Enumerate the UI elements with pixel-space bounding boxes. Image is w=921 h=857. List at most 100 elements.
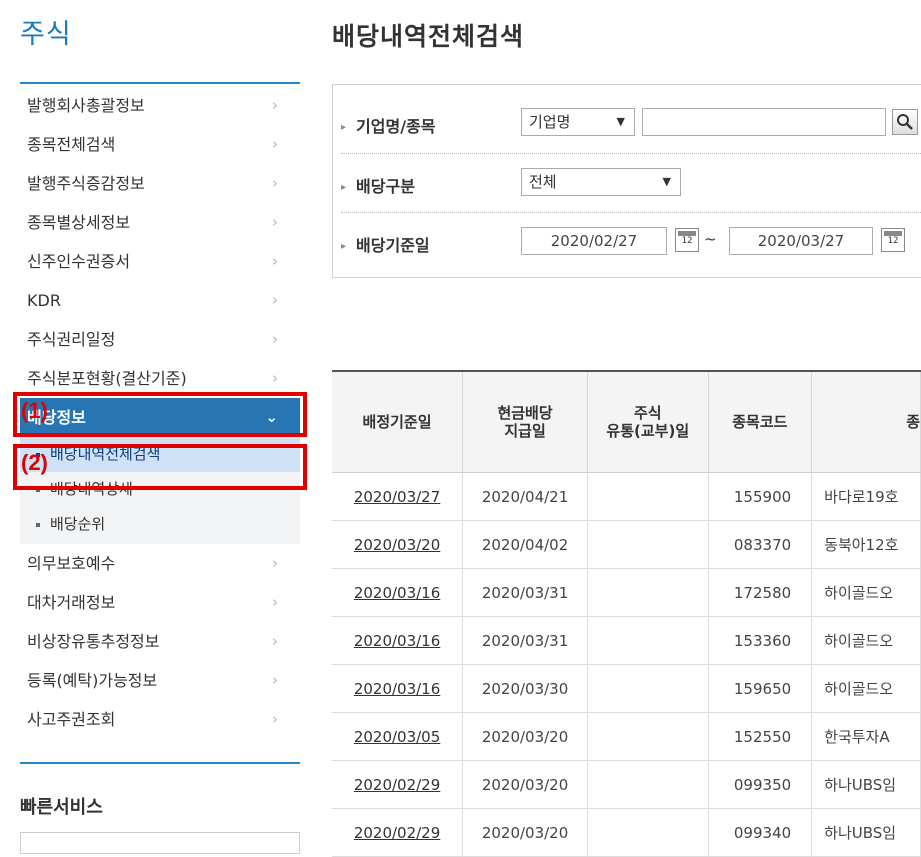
cell-cash-pay-date: 2020/03/20 (462, 712, 589, 761)
sidebar-item-label: KDR (27, 291, 61, 310)
sidebar-item-label: 주식분포현황(결산기준) (27, 369, 187, 388)
chevron-right-icon: › (272, 710, 278, 728)
chevron-right-icon: › (272, 330, 278, 348)
sidebar-item-label: 신주인수권증서 (27, 252, 131, 271)
sidebar-item-registrable[interactable]: 등록(예탁)가능정보 › (20, 661, 300, 700)
cell-stock-code: 152550 (708, 712, 813, 761)
cell-cash-pay-date: 2020/03/30 (462, 664, 589, 713)
cell-record-date[interactable]: 2020/03/27 (332, 472, 464, 521)
column-header-record-date[interactable]: 배정기준일 (332, 371, 464, 473)
triangle-bullet-icon: ▸ (341, 241, 347, 252)
search-divider (341, 153, 921, 154)
search-panel: ▸ 기업명/종목 기업명 ▼ ▸ 배당구분 전체 ▼ ▸ 배당기준일 2020/02/27… (332, 84, 921, 278)
cell-stock-name: 바다로19호 (811, 472, 921, 521)
column-header-cash-pay-date[interactable]: 현금배당 지급일 (462, 371, 589, 473)
dividend-type-select[interactable]: 전체 ▼ (521, 168, 681, 196)
company-label: ▸ 기업명/종목 (341, 117, 436, 136)
cell-record-date[interactable]: 2020/03/16 (332, 664, 464, 713)
triangle-bullet-icon: ▸ (341, 122, 347, 133)
sidebar-item-lending[interactable]: 대차거래정보 › (20, 583, 300, 622)
sidebar-item-stock-detail[interactable]: 종목별상세정보 › (20, 203, 300, 242)
page-title: 배당내역전체검색 (332, 22, 525, 51)
cell-stock-name: 동북아12호 (811, 520, 921, 569)
chevron-right-icon: › (272, 252, 278, 270)
sidebar-item-lockup[interactable]: 의무보호예수 › (20, 544, 300, 583)
table-row: 2020/03/16 2020/03/31 172580 하이골드오 (332, 568, 921, 617)
cell-stock-code: 159650 (708, 664, 813, 713)
cell-record-date[interactable]: 2020/03/16 (332, 616, 464, 665)
quick-service-title: 빠른서비스 (20, 797, 103, 818)
cell-stock-code: 172580 (708, 568, 813, 617)
chevron-right-icon: › (272, 135, 278, 153)
sidebar-item-issuer-info[interactable]: 발행회사총괄정보 › (20, 86, 300, 125)
sidebar-item-label: 발행회사총괄정보 (27, 96, 145, 115)
cell-stock-date (587, 712, 709, 761)
date-from-input[interactable]: 2020/02/27 (521, 227, 667, 255)
cell-stock-date (587, 568, 709, 617)
annotation-box-2 (13, 444, 307, 490)
chevron-right-icon: › (272, 291, 278, 309)
cell-stock-code: 153360 (708, 616, 813, 665)
annotation-label-2: (2) (21, 450, 48, 475)
cell-stock-name: 하이골드오 (811, 616, 921, 665)
triangle-bullet-icon: ▸ (341, 182, 347, 193)
submenu-item-dividend-rank[interactable]: 배당순위 (20, 507, 300, 542)
calendar-icon[interactable]: 12 (675, 228, 699, 252)
company-search-input[interactable] (642, 108, 886, 136)
sidebar-item-label: 종목전체검색 (27, 135, 116, 154)
sidebar-item-label: 대차거래정보 (27, 593, 116, 612)
cell-cash-pay-date: 2020/03/31 (462, 616, 589, 665)
cell-record-date[interactable]: 2020/02/29 (332, 808, 464, 857)
date-range-separator: ~ (704, 230, 717, 248)
table-row: 2020/03/20 2020/04/02 083370 동북아12호 (332, 520, 921, 569)
table-row: 2020/03/27 2020/04/21 155900 바다로19호 (332, 472, 921, 521)
sidebar-item-label: 사고주권조회 (27, 710, 116, 729)
cell-stock-date (587, 664, 709, 713)
cell-stock-name: 하이골드오 (811, 568, 921, 617)
column-header-code[interactable]: 종목코드 (708, 371, 813, 473)
table-row: 2020/03/05 2020/03/20 152550 한국투자A (332, 712, 921, 761)
cell-record-date[interactable]: 2020/03/20 (332, 520, 464, 569)
cell-stock-date (587, 616, 709, 665)
search-icon[interactable] (892, 109, 918, 135)
sidebar-item-share-change[interactable]: 발행주식증감정보 › (20, 164, 300, 203)
cell-stock-code: 099350 (708, 760, 813, 809)
search-row-type: ▸ 배당구분 전체 ▼ (341, 165, 921, 205)
cell-record-date[interactable]: 2020/03/16 (332, 568, 464, 617)
dividend-type-label: ▸ 배당구분 (341, 177, 415, 196)
table-header-row: 배정기준일 현금배당 지급일 주식 유통(교부)일 종목코드 종 (332, 371, 921, 473)
table-row: 2020/03/16 2020/03/31 153360 하이골드오 (332, 616, 921, 665)
dropdown-arrow-icon: ▼ (616, 115, 625, 128)
sidebar-item-stock-search[interactable]: 종목전체검색 › (20, 125, 300, 164)
cell-record-date[interactable]: 2020/02/29 (332, 760, 464, 809)
search-row-date: ▸ 배당기준일 2020/02/27 12 ~ 2020/03/27 12 (341, 224, 921, 264)
cell-cash-pay-date: 2020/03/31 (462, 568, 589, 617)
sidebar-item-rights-schedule[interactable]: 주식권리일정 › (20, 320, 300, 359)
sidebar-item-kdr[interactable]: KDR › (20, 281, 300, 320)
column-header-name[interactable]: 종 (811, 371, 921, 473)
cell-stock-date (587, 520, 709, 569)
sidebar-item-label: 주식권리일정 (27, 330, 116, 349)
sidebar-item-label: 의무보호예수 (27, 554, 116, 573)
cell-stock-date (587, 808, 709, 857)
cell-stock-code: 099340 (708, 808, 813, 857)
cell-cash-pay-date: 2020/04/21 (462, 472, 589, 521)
chevron-right-icon: › (272, 671, 278, 689)
sidebar-divider-top (20, 82, 300, 84)
chevron-right-icon: › (272, 632, 278, 650)
sidebar-divider-bottom (20, 762, 300, 764)
search-divider (341, 212, 921, 213)
cell-stock-name: 하나UBS임 (811, 808, 921, 857)
sidebar-item-unlisted[interactable]: 비상장유통추정정보 › (20, 622, 300, 661)
date-to-input[interactable]: 2020/03/27 (729, 227, 873, 255)
cell-stock-code: 155900 (708, 472, 813, 521)
sidebar-item-lost-certificate[interactable]: 사고주권조회 › (20, 700, 300, 739)
calendar-icon[interactable]: 12 (881, 228, 905, 252)
sidebar-item-warrant[interactable]: 신주인수권증서 › (20, 242, 300, 281)
company-type-select[interactable]: 기업명 ▼ (521, 108, 635, 136)
cell-cash-pay-date: 2020/03/20 (462, 760, 589, 809)
cell-stock-date (587, 760, 709, 809)
cell-record-date[interactable]: 2020/03/05 (332, 712, 464, 761)
chevron-right-icon: › (272, 593, 278, 611)
column-header-stock-date[interactable]: 주식 유통(교부)일 (587, 371, 709, 473)
